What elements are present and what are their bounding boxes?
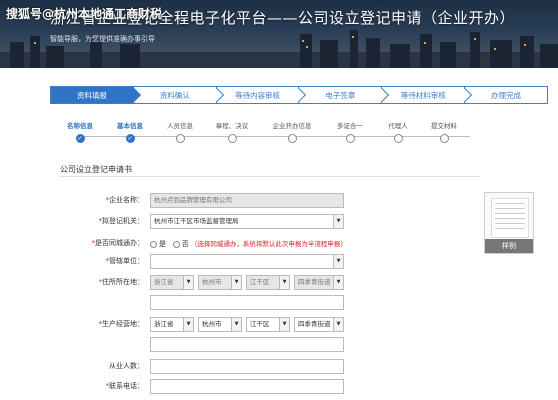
sub-progress: 名称信息 ✓ 基本信息 ✓ 人员信息 章程、决议 企业开办信息 多证合一 代理人 提… [60, 118, 480, 148]
employees-input[interactable] [150, 359, 344, 374]
business-detail-input[interactable] [150, 337, 344, 352]
sample-thumbnail[interactable]: 样例 [484, 192, 534, 254]
supervisor-label: *管辖单位： [105, 257, 145, 265]
row-residence: *住所所在地： 浙江省 ▼ 杭州市 ▼ 江干区 ▼ 四季青街道 ▼ [60, 275, 480, 291]
radio-yes[interactable] [150, 240, 157, 248]
cross-region-note: （选择同城通办，系统将默认此次申报为半流程申报） [190, 240, 347, 248]
row-residence-detail [60, 295, 480, 311]
step-dot-icon [227, 134, 237, 143]
step-dot-icon [393, 134, 403, 143]
chevron-down-icon: ▼ [183, 318, 193, 331]
radio-no[interactable] [172, 240, 180, 248]
chevron-down-icon: ▼ [333, 318, 343, 331]
residence-street-select[interactable]: 四季青街道 ▼ [294, 275, 344, 290]
chevron-down-icon: ▼ [231, 276, 241, 289]
step-dot-icon [439, 134, 449, 143]
chevron-down-icon: ▼ [279, 318, 289, 331]
residence-label: *住所所在地： [98, 278, 145, 286]
residence-district-select[interactable]: 江干区 ▼ [246, 275, 290, 290]
residence-province-select[interactable]: 浙江省 ▼ [150, 275, 194, 290]
business-province-select[interactable]: 浙江省 ▼ [150, 317, 194, 332]
process-step-e-signature[interactable]: 电子签章 [298, 86, 390, 104]
row-supervisor: *管辖单位： ▼ [60, 254, 480, 270]
radio-no-label: 否 [181, 240, 189, 248]
residence-detail-input[interactable] [150, 295, 344, 310]
row-business-address: *生产经营地： 浙江省 ▼ 杭州市 ▼ 江干区 ▼ 四季青街道 ▼ [60, 317, 480, 333]
employees-label: 从业人数： [109, 362, 144, 370]
row-business-detail [60, 337, 480, 353]
row-cross-region: *是否同城通办： 是 否 （选择同城通办，系统将默认此次申报为半流程申报） [60, 236, 480, 252]
chevron-down-icon: ▼ [333, 276, 343, 289]
business-district-select[interactable]: 江干区 ▼ [246, 317, 290, 332]
business-street-select[interactable]: 四季青街道 ▼ [294, 317, 344, 332]
registry-office-label: *拟登记机关： [98, 217, 145, 225]
residence-city-select[interactable]: 杭州市 ▼ [198, 275, 242, 290]
cross-region-label: *是否同城通办： [91, 239, 145, 247]
substep-submit[interactable]: 提交材料 [414, 120, 474, 143]
supervisor-select[interactable]: ▼ [150, 254, 344, 269]
process-bar: 资料填报 资料确认 等待内容审核 电子签章 等待材料审核 办理完成 [50, 86, 548, 104]
process-step-fill[interactable]: 资料填报 [50, 86, 141, 104]
business-city-select[interactable]: 杭州市 ▼ [198, 317, 242, 332]
check-icon: ✓ [125, 134, 135, 143]
phone-input[interactable] [150, 379, 344, 394]
watermark-text: 搜狐号@杭州本地通工商财税 [6, 7, 163, 21]
form-title: 公司设立登记申请书 [60, 165, 132, 174]
registry-office-select[interactable]: 杭州市江干区市场监督管理局 ▼ [150, 214, 344, 229]
process-step-material-review[interactable]: 等待材料审核 [381, 86, 473, 104]
row-registry-office: *拟登记机关： 杭州市江干区市场监督管理局 ▼ [60, 214, 480, 230]
chevron-down-icon: ▼ [333, 255, 343, 268]
step-dot-icon [345, 134, 355, 143]
substep-charter[interactable]: 章程、决议 [202, 120, 262, 143]
row-phone: *联系电话： [60, 379, 480, 395]
company-name-label: *企业名称： [105, 196, 145, 204]
phone-label: *联系电话： [105, 382, 145, 390]
step-dot-icon [175, 134, 185, 143]
check-icon: ✓ [75, 134, 85, 143]
process-step-complete[interactable]: 办理完成 [464, 86, 548, 104]
substep-opening-info[interactable]: 企业开办信息 [262, 120, 322, 143]
process-step-content-review[interactable]: 等待内容审核 [215, 86, 307, 104]
main-content: 资料填报 资料确认 等待内容审核 电子签章 等待材料审核 办理完成 名称信息 ✓ … [0, 68, 558, 400]
chevron-down-icon: ▼ [279, 276, 289, 289]
substep-personnel[interactable]: 人员信息 [150, 120, 210, 143]
sample-label: 样例 [485, 239, 533, 253]
row-employees: 从业人数： [60, 359, 480, 375]
company-name-field[interactable]: 杭州点到品牌管理有限公司 [150, 193, 344, 208]
chevron-down-icon: ▼ [183, 276, 193, 289]
row-company-name: *企业名称： 杭州点到品牌管理有限公司 [60, 193, 480, 209]
chevron-down-icon: ▼ [333, 215, 343, 228]
radio-yes-label: 是 [159, 240, 166, 248]
process-step-confirm[interactable]: 资料确认 [132, 86, 224, 104]
chevron-down-icon: ▼ [231, 318, 241, 331]
step-dot-icon [287, 134, 297, 143]
page-subtitle: 智能导服，为您提供准确办事引导 [50, 35, 155, 43]
cross-region-options: 是 否 （选择同城通办，系统将默认此次申报为半流程申报） [150, 238, 347, 249]
divider [60, 176, 480, 177]
document-icon [491, 198, 529, 238]
business-address-label: *生产经营地： [98, 320, 145, 328]
